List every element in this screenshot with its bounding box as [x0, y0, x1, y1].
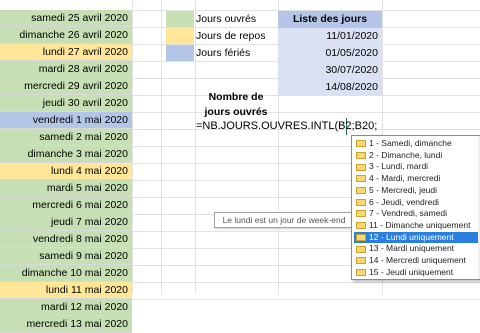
function-argument-icon [356, 233, 366, 241]
legend-label-holidays[interactable]: Jours fériés [196, 45, 250, 61]
dropdown-option-label: 6 - Jeudi, vendredi [369, 196, 439, 207]
dropdown-option[interactable]: 5 - Mercredi, jeudi [354, 185, 478, 197]
grid-column-line [132, 0, 133, 294]
date-cell[interactable]: dimanche 26 avril 2020 [0, 27, 132, 44]
dropdown-option[interactable]: 2 - Dimanche, lundi [354, 150, 478, 162]
dropdown-option-label: 4 - Mardi, mercredi [369, 173, 441, 184]
date-cell[interactable]: vendredi 8 mai 2020 [0, 231, 132, 248]
dropdown-option[interactable]: 4 - Mardi, mercredi [354, 173, 478, 185]
legend-swatch-rest [166, 28, 194, 44]
function-argument-icon [356, 163, 366, 171]
holiday-cell[interactable]: 30/07/2020 [278, 62, 382, 79]
date-cell[interactable]: mercredi 13 mai 2020 [0, 316, 132, 333]
dropdown-option-label: 5 - Mercredi, jeudi [369, 184, 438, 195]
dropdown-option-label: 11 - Dimanche uniquement [369, 219, 471, 230]
legend-label-rest[interactable]: Jours de repos [196, 28, 265, 44]
function-argument-icon [356, 198, 366, 206]
dropdown-option[interactable]: 1 - Samedi, dimanche [354, 138, 478, 150]
function-argument-icon [356, 187, 366, 195]
function-argument-icon [356, 175, 366, 183]
dropdown-option-label: 1 - Samedi, dimanche [369, 138, 452, 148]
dropdown-option-label: 13 - Mardi uniquement [369, 243, 455, 254]
date-cell[interactable]: mercredi 29 avril 2020 [0, 78, 132, 95]
dropdown-option[interactable]: 7 - Vendredi, samedi [354, 208, 478, 220]
date-cell[interactable]: mardi 12 mai 2020 [0, 299, 132, 316]
legend-swatch-workdays [166, 11, 194, 27]
holiday-cell[interactable]: 11/01/2020 [278, 28, 382, 45]
function-argument-icon [356, 257, 366, 265]
function-argument-icon [356, 151, 366, 159]
holiday-cell[interactable]: 14/08/2020 [278, 79, 382, 96]
date-cell[interactable]: samedi 9 mai 2020 [0, 248, 132, 265]
dropdown-option[interactable]: 13 - Mardi uniquement [354, 243, 478, 255]
argument-tooltip: Le lundi est un jour de week-end [214, 212, 354, 228]
function-argument-icon [356, 140, 366, 148]
dropdown-option-label: 15 - Jeudi uniquement [369, 266, 454, 277]
date-cell[interactable]: lundi 4 mai 2020 [0, 163, 132, 180]
function-argument-icon [356, 210, 366, 218]
dropdown-option[interactable]: 3 - Lundi, mardi [354, 161, 478, 173]
legend-label-workdays[interactable]: Jours ouvrés [196, 11, 256, 27]
function-argument-icon [356, 245, 366, 253]
date-cell[interactable]: samedi 25 avril 2020 [0, 10, 132, 27]
legend-swatch-holidays [166, 45, 194, 61]
dropdown-option[interactable]: 12 - Lundi uniquement [354, 231, 478, 244]
function-argument-icon [356, 268, 366, 276]
weekend-options-dropdown[interactable]: 1 - Samedi, dimanche 2 - Dimanche, lundi 3… [351, 135, 480, 280]
dropdown-option[interactable]: 15 - Jeudi uniquement [354, 267, 478, 279]
date-cell[interactable]: dimanche 3 mai 2020 [0, 146, 132, 163]
formula-cell-editing[interactable]: =NB.JOURS.OUVRES.INTL(B2;B20; [196, 118, 377, 135]
date-cell[interactable]: mercredi 6 mai 2020 [0, 197, 132, 214]
workdays-count-title-line1: Nombre de [208, 91, 264, 103]
date-cell[interactable]: lundi 27 avril 2020 [0, 44, 132, 61]
dropdown-option[interactable]: 6 - Jeudi, vendredi [354, 197, 478, 209]
holiday-cell[interactable]: 01/05/2020 [278, 45, 382, 62]
dropdown-option[interactable]: 14 - Mercredi uniquement [354, 255, 478, 267]
grid-column-line [161, 0, 162, 294]
date-cell[interactable]: samedi 2 mai 2020 [0, 129, 132, 146]
function-argument-icon [356, 222, 366, 230]
date-cell[interactable]: jeudi 30 avril 2020 [0, 95, 132, 112]
date-cell[interactable]: mardi 28 avril 2020 [0, 61, 132, 78]
date-cell[interactable]: mardi 5 mai 2020 [0, 180, 132, 197]
dropdown-option-label: 3 - Lundi, mardi [369, 161, 429, 172]
date-cell[interactable]: jeudi 7 mai 2020 [0, 214, 132, 231]
date-cell[interactable]: dimanche 10 mai 2020 [0, 265, 132, 282]
date-cell[interactable]: lundi 11 mai 2020 [0, 282, 132, 299]
dropdown-option-label: 7 - Vendredi, samedi [369, 208, 447, 219]
dropdown-option-label: 14 - Mercredi uniquement [369, 255, 466, 265]
dropdown-option[interactable]: 11 - Dimanche uniquement [354, 220, 478, 232]
date-cell[interactable]: vendredi 1 mai 2020 [0, 112, 132, 129]
dropdown-option-label: 2 - Dimanche, lundi [369, 149, 443, 160]
workdays-count-title: Nombre de jours ouvrés [197, 90, 275, 120]
dropdown-option-label: 12 - Lundi uniquement [369, 231, 454, 242]
holiday-list-header[interactable]: Liste des jours fériés [278, 11, 382, 42]
